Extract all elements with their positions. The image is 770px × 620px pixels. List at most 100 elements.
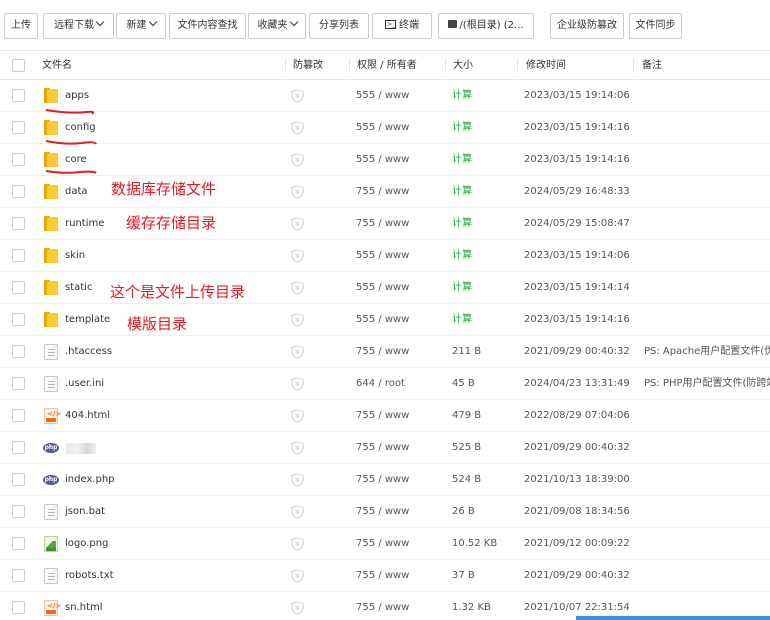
file-note[interactable] xyxy=(644,560,770,592)
file-name[interactable]: static xyxy=(65,272,92,304)
favorites-button[interactable]: 收藏夹 xyxy=(248,13,306,39)
file-note[interactable] xyxy=(644,208,770,240)
table-row[interactable]: php 755 / www 525 B 2021/09/29 00:40:32 xyxy=(0,432,770,464)
tamper-shield-icon[interactable] xyxy=(291,569,304,583)
header-tamper[interactable]: 防篡改 xyxy=(293,51,323,80)
file-sync-button[interactable]: 文件同步 xyxy=(629,13,682,39)
row-checkbox[interactable] xyxy=(12,601,25,614)
calc-size-link[interactable]: 计算 xyxy=(452,80,472,112)
share-list-button[interactable]: 分享列表 xyxy=(309,13,369,39)
header-name[interactable]: 文件名 xyxy=(42,51,72,80)
perm-owner[interactable]: 555 / www xyxy=(356,304,409,336)
tamper-shield-icon[interactable] xyxy=(291,601,304,615)
file-note[interactable]: PS: PHP用户配置文件(防跨站 xyxy=(644,368,770,400)
file-name[interactable]: template xyxy=(65,304,110,336)
file-name[interactable]: data xyxy=(65,176,88,208)
row-checkbox[interactable] xyxy=(12,409,25,422)
table-row[interactable]: </> 404.html 755 / www 479 B 2022/08/29 07:0… xyxy=(0,400,770,432)
file-note[interactable] xyxy=(644,304,770,336)
tamper-shield-icon[interactable] xyxy=(291,473,304,487)
tamper-shield-icon[interactable] xyxy=(291,441,304,455)
table-row[interactable]: robots.txt 755 / www 37 B 2021/09/29 00:40:… xyxy=(0,560,770,592)
file-note[interactable] xyxy=(644,112,770,144)
enterprise-tamper-button[interactable]: 企业级防篡改 xyxy=(550,13,624,39)
tamper-shield-icon[interactable] xyxy=(291,377,304,391)
row-checkbox[interactable] xyxy=(12,505,25,518)
calc-size-link[interactable]: 计算 xyxy=(452,208,472,240)
tamper-shield-icon[interactable] xyxy=(291,345,304,359)
perm-owner[interactable]: 555 / www xyxy=(356,240,409,272)
row-checkbox[interactable] xyxy=(12,185,25,198)
tamper-shield-icon[interactable] xyxy=(291,505,304,519)
file-note[interactable] xyxy=(644,176,770,208)
tamper-shield-icon[interactable] xyxy=(291,89,304,103)
row-checkbox[interactable] xyxy=(12,345,25,358)
row-checkbox[interactable] xyxy=(12,249,25,262)
file-name[interactable]: index.php xyxy=(65,464,115,496)
tamper-shield-icon[interactable] xyxy=(291,121,304,135)
file-note[interactable]: PS: Apache用户配置文件(伪静 xyxy=(644,336,770,368)
file-note[interactable] xyxy=(644,464,770,496)
content-search-button[interactable]: 文件内容查找 xyxy=(169,13,246,39)
file-note[interactable] xyxy=(644,432,770,464)
tamper-shield-icon[interactable] xyxy=(291,249,304,263)
file-name[interactable]: json.bat xyxy=(65,496,105,528)
perm-owner[interactable]: 755 / www xyxy=(356,208,409,240)
file-note[interactable] xyxy=(644,144,770,176)
file-note[interactable] xyxy=(644,272,770,304)
tamper-shield-icon[interactable] xyxy=(291,217,304,231)
tamper-shield-icon[interactable] xyxy=(291,313,304,327)
file-name[interactable]: sn.html xyxy=(65,592,103,620)
calc-size-link[interactable]: 计算 xyxy=(452,240,472,272)
table-row[interactable]: json.bat 755 / www 26 B 2021/09/08 18:34:56 xyxy=(0,496,770,528)
header-note[interactable]: 备注 xyxy=(642,51,662,80)
row-checkbox[interactable] xyxy=(12,537,25,550)
row-checkbox[interactable] xyxy=(12,473,25,486)
perm-owner[interactable]: 755 / www xyxy=(356,432,409,464)
table-row[interactable]: .htaccess 755 / www 211 B 2021/09/29 00:40:… xyxy=(0,336,770,368)
file-name[interactable]: robots.txt xyxy=(65,560,114,592)
tamper-shield-icon[interactable] xyxy=(291,409,304,423)
calc-size-link[interactable]: 计算 xyxy=(452,144,472,176)
header-size[interactable]: 大小 xyxy=(453,51,473,80)
file-name[interactable]: logo.png xyxy=(65,528,108,560)
row-checkbox[interactable] xyxy=(12,153,25,166)
file-name[interactable]: skin xyxy=(65,240,85,272)
path-button[interactable]: /(根目录) (2... xyxy=(438,13,534,39)
row-checkbox[interactable] xyxy=(12,121,25,134)
row-checkbox[interactable] xyxy=(12,377,25,390)
calc-size-link[interactable]: 计算 xyxy=(452,304,472,336)
tamper-shield-icon[interactable] xyxy=(291,153,304,167)
file-note[interactable] xyxy=(644,80,770,112)
file-name[interactable]: runtime xyxy=(65,208,104,240)
perm-owner[interactable]: 755 / www xyxy=(356,560,409,592)
table-row[interactable]: logo.png 755 / www 10.52 KB 2021/09/12 00:0… xyxy=(0,528,770,560)
perm-owner[interactable]: 755 / www xyxy=(356,464,409,496)
table-row[interactable]: php index.php 755 / www 524 B 2021/10/13 18:… xyxy=(0,464,770,496)
row-checkbox[interactable] xyxy=(12,217,25,230)
perm-owner[interactable]: 555 / www xyxy=(356,80,409,112)
perm-owner[interactable]: 755 / www xyxy=(356,496,409,528)
row-checkbox[interactable] xyxy=(12,89,25,102)
perm-owner[interactable]: 755 / www xyxy=(356,528,409,560)
calc-size-link[interactable]: 计算 xyxy=(452,272,472,304)
perm-owner[interactable]: 755 / www xyxy=(356,176,409,208)
table-row[interactable]: .user.ini 644 / root 45 B 2024/04/23 13:31:… xyxy=(0,368,770,400)
perm-owner[interactable]: 644 / root xyxy=(356,368,405,400)
tamper-shield-icon[interactable] xyxy=(291,281,304,295)
header-mtime[interactable]: 修改时间 xyxy=(526,51,566,80)
perm-owner[interactable]: 555 / www xyxy=(356,112,409,144)
row-checkbox[interactable] xyxy=(12,441,25,454)
select-all-checkbox[interactable] xyxy=(12,59,25,72)
remote-download-button[interactable]: 远程下载 xyxy=(43,13,114,39)
table-row[interactable]: skin 555 / www 计算 2023/03/15 19:14:06 xyxy=(0,240,770,272)
terminal-button[interactable]: >_ 终端 xyxy=(372,13,432,39)
calc-size-link[interactable]: 计算 xyxy=(452,176,472,208)
tamper-shield-icon[interactable] xyxy=(291,185,304,199)
row-checkbox[interactable] xyxy=(12,281,25,294)
file-note[interactable] xyxy=(644,528,770,560)
file-note[interactable] xyxy=(644,240,770,272)
new-button[interactable]: 新建 xyxy=(116,13,166,39)
file-note[interactable] xyxy=(644,400,770,432)
perm-owner[interactable]: 555 / www xyxy=(356,144,409,176)
